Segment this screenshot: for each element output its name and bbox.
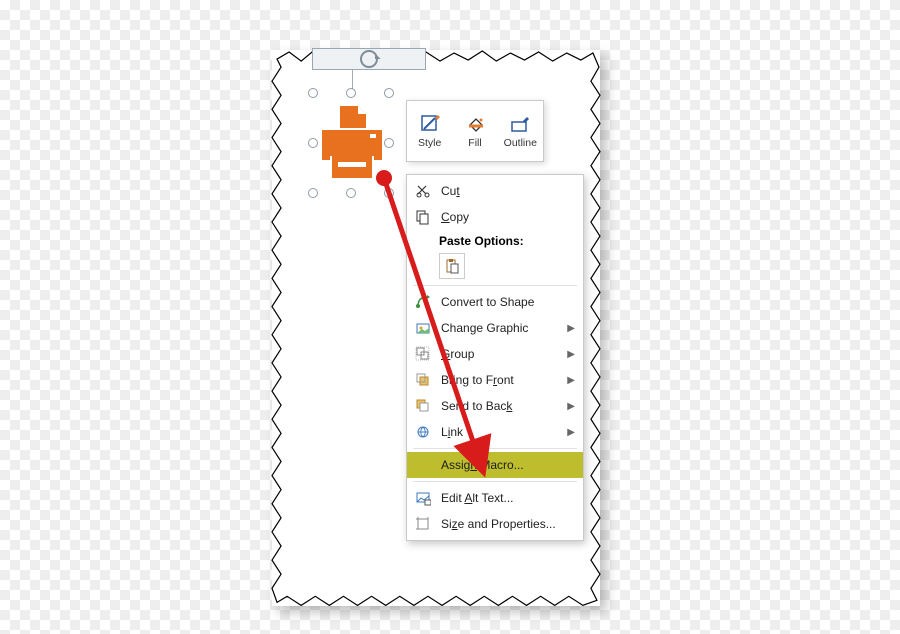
link-icon xyxy=(413,423,433,441)
screenshot-stage: Style Fill xyxy=(272,50,600,606)
chevron-right-icon: ▶ xyxy=(563,349,575,360)
bring-to-front-label: Bring to Front xyxy=(441,373,555,387)
edit-alt-text-label: Edit Alt Text... xyxy=(441,491,575,505)
cut-label: Cut xyxy=(441,184,575,198)
style-label: Style xyxy=(418,137,441,149)
chevron-right-icon: ▶ xyxy=(563,323,575,334)
menu-item-edit-alt-text[interactable]: Edit Alt Text... xyxy=(407,485,583,511)
outline-button[interactable]: Outline xyxy=(498,101,543,161)
menu-item-assign-macro[interactable]: Assign Macro... xyxy=(407,452,583,478)
menu-item-copy[interactable]: Copy xyxy=(407,204,583,230)
rotate-icon xyxy=(360,50,378,68)
outline-label: Outline xyxy=(504,137,537,149)
separator xyxy=(413,481,577,482)
resize-handle-se[interactable] xyxy=(384,188,394,198)
paste-options-row xyxy=(407,250,583,282)
convert-to-shape-icon xyxy=(413,293,433,311)
fill-button[interactable]: Fill xyxy=(452,101,497,161)
resize-handle-sw[interactable] xyxy=(308,188,318,198)
resize-handle-w[interactable] xyxy=(308,138,318,148)
size-and-properties-label: Size and Properties... xyxy=(441,517,575,531)
menu-item-cut[interactable]: Cut xyxy=(407,178,583,204)
resize-handle-s[interactable] xyxy=(346,188,356,198)
paste-option-button[interactable] xyxy=(439,253,465,279)
bring-to-front-icon xyxy=(413,371,433,389)
convert-to-shape-label: Convert to Shape xyxy=(441,295,575,309)
change-graphic-icon xyxy=(413,319,433,337)
copy-label: Copy xyxy=(441,210,575,224)
menu-item-bring-to-front[interactable]: Bring to Front ▶ xyxy=(407,367,583,393)
size-properties-icon xyxy=(413,515,433,533)
copy-icon xyxy=(413,208,433,226)
alt-text-icon xyxy=(413,489,433,507)
menu-item-link[interactable]: Link ▶ xyxy=(407,419,583,445)
assign-macro-icon xyxy=(413,456,433,474)
mini-toolbar: Style Fill xyxy=(406,100,544,162)
group-icon xyxy=(413,345,433,363)
document-canvas: Style Fill xyxy=(272,50,600,606)
fill-icon xyxy=(464,113,486,135)
clipboard-icon xyxy=(444,258,460,274)
separator xyxy=(413,285,577,286)
resize-handle-ne[interactable] xyxy=(384,88,394,98)
cut-icon xyxy=(413,182,433,200)
chevron-right-icon: ▶ xyxy=(563,375,575,386)
fill-label: Fill xyxy=(468,137,481,149)
change-graphic-label: Change Graphic xyxy=(441,321,555,335)
outline-icon xyxy=(509,113,531,135)
send-to-back-icon xyxy=(413,397,433,415)
chevron-right-icon: ▶ xyxy=(563,427,575,438)
assign-macro-label: Assign Macro... xyxy=(441,458,575,472)
separator xyxy=(413,448,577,449)
menu-item-group[interactable]: Group ▶ xyxy=(407,341,583,367)
link-label: Link xyxy=(441,425,555,439)
chevron-right-icon: ▶ xyxy=(563,401,575,412)
style-icon xyxy=(419,113,441,135)
selected-object[interactable] xyxy=(312,92,392,192)
menu-item-convert-to-shape[interactable]: Convert to Shape xyxy=(407,289,583,315)
context-menu: Cut Copy Paste Options: xyxy=(406,174,584,541)
printer-icon xyxy=(318,104,386,182)
menu-item-size-and-properties[interactable]: Size and Properties... xyxy=(407,511,583,537)
resize-handle-n[interactable] xyxy=(346,88,356,98)
group-label: Group xyxy=(441,347,555,361)
menu-item-change-graphic[interactable]: Change Graphic ▶ xyxy=(407,315,583,341)
resize-handle-nw[interactable] xyxy=(308,88,318,98)
send-to-back-label: Send to Back xyxy=(441,399,555,413)
style-button[interactable]: Style xyxy=(407,101,452,161)
paste-options-header: Paste Options: xyxy=(407,230,583,250)
rotation-handle-tab[interactable] xyxy=(312,48,426,70)
menu-item-send-to-back[interactable]: Send to Back ▶ xyxy=(407,393,583,419)
